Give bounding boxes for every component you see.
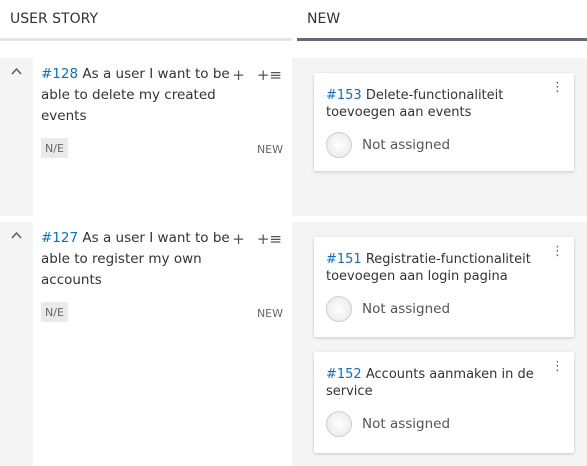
task-title[interactable]: #153 Delete-functionaliteit toevoegen aa…: [326, 87, 551, 121]
task-card[interactable]: #153 Delete-functionaliteit toevoegen aa…: [314, 73, 574, 171]
story-card[interactable]: #127 As a user I want to be able to regi…: [33, 222, 292, 466]
task-id[interactable]: #153: [326, 88, 362, 103]
status-label: NEW: [256, 143, 283, 156]
column-header-user-story-label: USER STORY: [10, 11, 98, 27]
kebab-menu-icon[interactable]: ⋮: [551, 81, 564, 94]
avatar: [326, 296, 352, 322]
kebab-menu-icon[interactable]: ⋮: [551, 360, 564, 373]
add-icon[interactable]: +: [232, 230, 245, 248]
estimate-badge: N/E: [41, 138, 68, 158]
status-label: NEW: [256, 307, 283, 320]
new-column-cell: #151 Registratie-functionaliteit toevoeg…: [297, 222, 587, 466]
avatar: [326, 132, 352, 158]
story-row: #127 As a user I want to be able to regi…: [0, 222, 587, 466]
avatar: [326, 411, 352, 437]
task-card[interactable]: #151 Registratie-functionaliteit toevoeg…: [314, 237, 574, 337]
assignee-label: Not assigned: [362, 301, 451, 317]
story-id[interactable]: #127: [41, 230, 78, 246]
assignee[interactable]: Not assigned: [326, 411, 450, 437]
assignee-label: Not assigned: [362, 416, 451, 432]
story-row: #128 As a user I want to be able to dele…: [0, 58, 587, 216]
task-card[interactable]: #152 Accounts aanmaken in de service ⋮ N…: [314, 352, 574, 453]
task-title[interactable]: #151 Registratie-functionaliteit toevoeg…: [326, 251, 551, 285]
story-title[interactable]: #128 As a user I want to be able to dele…: [41, 64, 231, 127]
add-task-icon[interactable]: +≡: [257, 230, 282, 248]
column-header-user-story: USER STORY: [0, 0, 292, 41]
chevron-up-icon[interactable]: [11, 64, 22, 79]
add-task-icon[interactable]: +≡: [257, 66, 282, 84]
assignee-label: Not assigned: [362, 137, 451, 153]
assignee[interactable]: Not assigned: [326, 296, 450, 322]
add-icon[interactable]: +: [232, 66, 245, 84]
chevron-up-icon[interactable]: [11, 228, 22, 243]
story-title[interactable]: #127 As a user I want to be able to regi…: [41, 228, 231, 291]
task-id[interactable]: #152: [326, 367, 362, 382]
story-card[interactable]: #128 As a user I want to be able to dele…: [33, 58, 292, 216]
task-title[interactable]: #152 Accounts aanmaken in de service: [326, 366, 551, 400]
assignee[interactable]: Not assigned: [326, 132, 450, 158]
story-cell: #128 As a user I want to be able to dele…: [0, 58, 297, 216]
column-header-new-label: NEW: [307, 11, 341, 27]
story-cell: #127 As a user I want to be able to regi…: [0, 222, 297, 466]
task-id[interactable]: #151: [326, 252, 362, 267]
kebab-menu-icon[interactable]: ⋮: [551, 245, 564, 258]
new-column-cell: #153 Delete-functionaliteit toevoegen aa…: [297, 58, 587, 216]
estimate-badge: N/E: [41, 302, 68, 322]
story-id[interactable]: #128: [41, 66, 78, 82]
column-header-new: NEW: [297, 0, 587, 41]
